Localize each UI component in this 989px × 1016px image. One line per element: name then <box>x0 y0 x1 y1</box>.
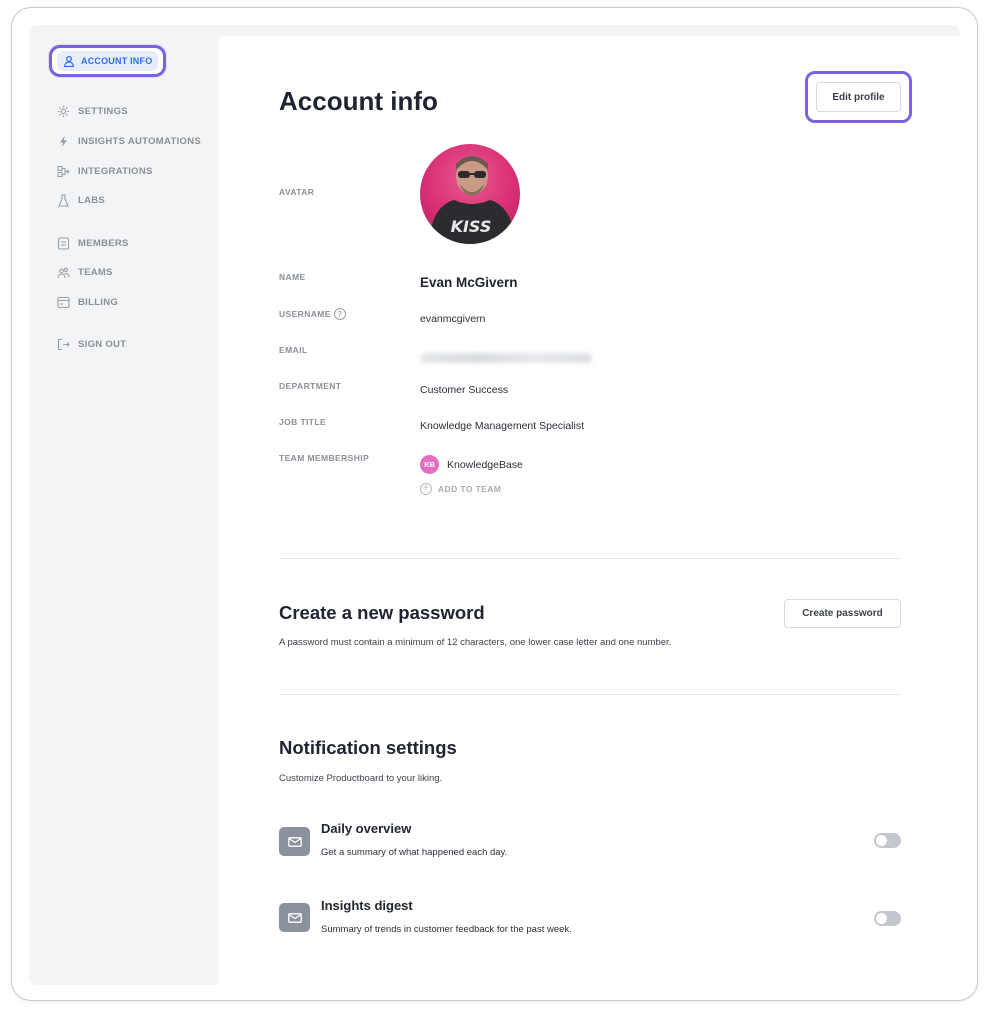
sidebar-item-billing[interactable]: BILLING <box>57 294 118 310</box>
billing-icon <box>57 296 70 309</box>
department-value: Customer Success <box>420 384 509 396</box>
avatar: KISS <box>420 144 520 244</box>
daily-overview-toggle[interactable] <box>874 833 901 848</box>
create-password-button[interactable]: Create password <box>784 599 901 628</box>
sidebar-item-labs[interactable]: LABS <box>57 192 105 208</box>
mail-icon <box>279 827 310 856</box>
flask-icon <box>57 193 70 207</box>
avatar-label: AVATAR <box>279 187 315 197</box>
notification-title: Insights digest <box>321 898 413 913</box>
app-container: ACCOUNT INFO SETTINGS INSIGHTS AUTOMATIO… <box>29 25 960 985</box>
edit-profile-highlight: Edit profile <box>805 71 912 123</box>
teams-icon <box>57 266 70 279</box>
job-title-value: Knowledge Management Specialist <box>420 420 585 432</box>
notification-desc: Get a summary of what happened each day. <box>321 847 508 858</box>
add-to-team-label: ADD TO TEAM <box>438 484 502 494</box>
notification-description: Customize Productboard to your liking. <box>279 773 443 784</box>
main-panel: Account info Edit profile AVATAR KISS NA… <box>219 36 960 985</box>
sidebar-item-account-info[interactable]: ACCOUNT INFO <box>49 45 166 77</box>
sidebar-item-label: BILLING <box>78 296 119 308</box>
sidebar-item-label: INSIGHTS AUTOMATIONS <box>78 135 201 147</box>
insights-digest-toggle[interactable] <box>874 911 901 926</box>
sidebar-item-label: INTEGRATIONS <box>78 165 153 177</box>
sidebar-item-label: ACCOUNT INFO <box>81 56 153 66</box>
notification-title: Daily overview <box>321 821 412 836</box>
sign-out-icon <box>57 338 70 351</box>
user-icon <box>63 55 75 67</box>
name-label: NAME <box>279 272 306 282</box>
toggle-knob <box>876 835 887 846</box>
email-value-redacted <box>420 353 592 363</box>
gear-icon <box>57 105 70 118</box>
edit-profile-button[interactable]: Edit profile <box>816 82 901 112</box>
divider <box>279 694 901 695</box>
username-label-text: USERNAME <box>279 309 331 319</box>
team-name: KnowledgeBase <box>447 458 523 471</box>
members-icon <box>57 236 70 250</box>
window-frame: ACCOUNT INFO SETTINGS INSIGHTS AUTOMATIO… <box>11 7 978 1001</box>
sidebar-item-label: SIGN OUT <box>78 338 127 350</box>
sidebar-item-settings[interactable]: SETTINGS <box>57 103 128 119</box>
sidebar-item-account-info-pill[interactable]: ACCOUNT INFO <box>57 51 158 71</box>
sidebar-item-label: SETTINGS <box>78 105 128 117</box>
lightning-icon <box>57 135 70 148</box>
department-label: DEPARTMENT <box>279 381 342 391</box>
username-value: evanmcgivern <box>420 313 486 325</box>
sidebar-item-teams[interactable]: TEAMS <box>57 264 113 280</box>
avatar-shirt-text: KISS <box>451 217 492 236</box>
password-description: A password must contain a minimum of 12 … <box>279 637 672 648</box>
password-section-title: Create a new password <box>279 602 485 623</box>
sidebar: ACCOUNT INFO SETTINGS INSIGHTS AUTOMATIO… <box>29 25 218 985</box>
divider <box>279 558 901 559</box>
add-to-team-button[interactable]: + ADD TO TEAM <box>420 483 501 495</box>
sidebar-item-integrations[interactable]: INTEGRATIONS <box>57 163 153 179</box>
notification-section-title: Notification settings <box>279 737 457 758</box>
team-badge: KB <box>420 455 439 474</box>
team-membership-label: TEAM MEMBERSHIP <box>279 453 370 463</box>
sidebar-item-members[interactable]: MEMBERS <box>57 235 129 251</box>
job-title-label: JOB TITLE <box>279 417 327 427</box>
page-title: Account info <box>279 86 438 116</box>
integrations-icon <box>57 165 70 178</box>
mail-icon <box>279 903 310 932</box>
plus-circle-icon: + <box>420 483 432 495</box>
name-value: Evan McGivern <box>420 275 518 290</box>
sidebar-item-insights-automations[interactable]: INSIGHTS AUTOMATIONS <box>57 133 201 149</box>
username-label: USERNAME ? <box>279 308 346 320</box>
team-chip[interactable]: KB KnowledgeBase <box>420 455 523 474</box>
sidebar-item-label: TEAMS <box>78 266 113 278</box>
sidebar-item-label: MEMBERS <box>78 237 129 249</box>
help-icon[interactable]: ? <box>333 308 346 320</box>
sidebar-item-label: LABS <box>78 194 106 206</box>
notification-desc: Summary of trends in customer feedback f… <box>321 924 572 935</box>
toggle-knob <box>876 913 887 924</box>
sidebar-item-sign-out[interactable]: SIGN OUT <box>57 336 126 352</box>
email-label: EMAIL <box>279 345 308 355</box>
